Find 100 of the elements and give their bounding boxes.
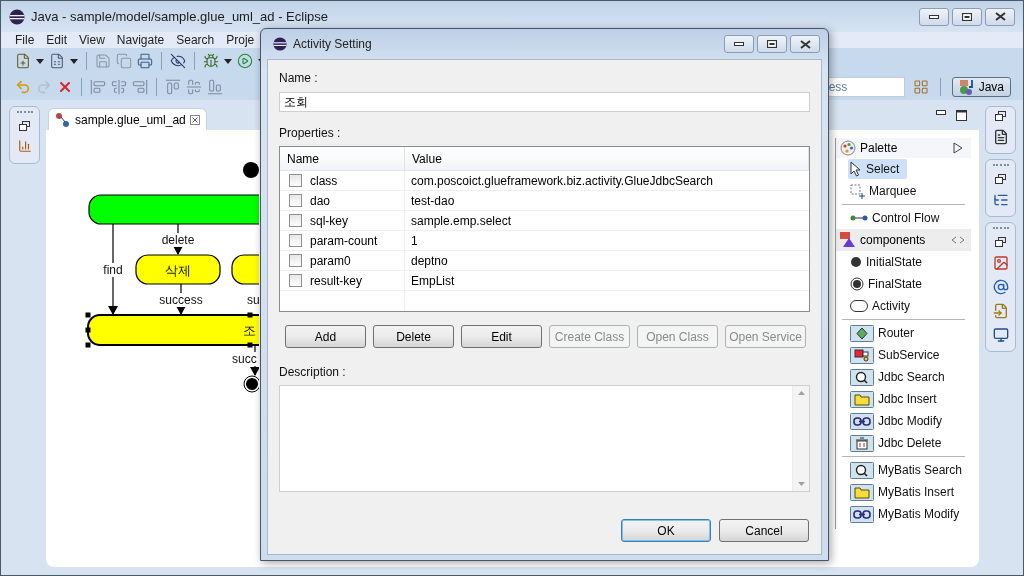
palette-item[interactable]: InitialState [848,252,931,272]
menu-item[interactable]: Navigate [110,33,171,47]
eclipse-icon [9,8,25,25]
maximize-icon[interactable] [956,109,967,121]
palette-item[interactable]: MyBatis Insert [848,482,963,502]
checkbox[interactable] [289,234,302,247]
checkbox[interactable] [289,194,302,207]
name-field[interactable]: 조회 [279,92,810,112]
align-left-icon[interactable] [90,79,106,95]
document-icon[interactable] [992,129,1009,145]
close-button[interactable] [790,35,820,53]
dialog-button[interactable]: Edit [461,325,542,348]
align-middle-icon[interactable] [186,79,202,95]
palette-item[interactable]: Router [848,323,923,343]
run-icon[interactable] [237,53,253,69]
restore-icon[interactable] [19,121,30,131]
field-label: Description : [279,365,346,379]
palette-item[interactable]: Control Flow [848,208,948,228]
chart-icon[interactable] [17,139,32,153]
palette-header[interactable]: Palette [836,138,971,158]
table-cell-text: sample.emp.select [410,212,513,230]
table-cell: sql-key [310,213,348,228]
palette-item[interactable]: FinalState [848,274,931,294]
bug-icon[interactable] [203,53,219,69]
flow-label: delete [161,233,195,247]
activity-label: 조 [242,323,256,338]
table-cell: class [310,173,338,188]
checkbox[interactable] [289,174,302,187]
align-bottom-icon[interactable] [207,79,223,95]
minimize-button[interactable] [919,7,949,26]
dialog-button[interactable]: Add [285,325,366,348]
align-top-icon[interactable] [165,79,181,95]
checkbox[interactable] [289,214,302,227]
palette-item[interactable]: Select [848,159,908,179]
palette-item[interactable]: Jdbc Delete [848,433,950,453]
palette-item[interactable]: Marquee [848,181,925,201]
link-icon [850,412,874,430]
dialog-button[interactable]: Cancel [719,519,809,542]
palette-item[interactable]: Jdbc Insert [848,389,945,409]
restore-icon[interactable] [995,174,1006,184]
open-perspective-icon[interactable] [912,79,929,95]
minimize-icon [929,14,939,19]
scrollbar[interactable] [792,386,809,491]
checkbox[interactable] [289,274,302,287]
palette-item[interactable]: Activity [848,296,918,316]
table-cell-text: 1 [410,232,419,250]
palette-drawer[interactable]: components [836,229,971,251]
folder-icon [850,483,874,501]
restore-icon[interactable] [995,111,1006,121]
caret-icon[interactable] [224,58,232,64]
palette-item[interactable]: SubService [848,345,948,365]
scroll-up-icon[interactable] [797,391,805,395]
new-file-icon[interactable] [15,53,31,69]
align-right-icon[interactable] [132,79,148,95]
close-icon[interactable] [189,114,200,125]
diagram-file-icon [55,111,71,128]
perspective-button[interactable]: Java [951,77,1011,97]
menu-item[interactable]: Proje [220,33,261,47]
palette-item[interactable]: MyBatis Modify [848,504,968,524]
menu-item[interactable]: File [9,33,41,47]
caret-icon[interactable] [36,58,44,64]
restore-icon[interactable] [995,237,1006,247]
maximize-button[interactable] [952,7,982,26]
close-icon [994,12,1006,21]
checkbox[interactable] [289,254,302,267]
column-header[interactable]: Name [280,147,405,170]
palette-item[interactable]: Jdbc Search [848,367,953,387]
shapes-icon [840,232,856,248]
minimize-icon[interactable] [936,109,946,115]
quick-access-field[interactable]: ess [826,77,905,97]
monitor-icon[interactable] [992,327,1009,343]
column-header[interactable]: Value [405,147,809,170]
scroll-down-icon[interactable] [797,482,805,486]
window-title: Java - sample/model/sample.glue_uml_ad - Eclipse [31,9,328,24]
menu-item[interactable]: Edit [40,33,74,47]
triangle-icon[interactable] [953,142,963,154]
maximize-button[interactable] [757,35,787,53]
new-item-icon[interactable] [49,53,65,69]
menu-item[interactable]: Search [170,33,221,47]
menu-item[interactable]: View [73,33,111,47]
close-button[interactable] [985,7,1015,26]
at-sign-icon[interactable] [992,279,1009,295]
description-field[interactable] [279,385,810,492]
palette-item[interactable]: Jdbc Modify [848,411,951,431]
dialog-button[interactable]: Delete [373,325,454,348]
image-icon[interactable] [992,255,1009,271]
editor-tab[interactable]: sample.glue_uml_ad [48,108,207,130]
flow-label: success [159,293,203,307]
dialog-button[interactable]: OK [621,519,711,542]
print-icon[interactable] [137,53,153,69]
delete-icon[interactable] [57,79,73,95]
caret-icon[interactable] [70,58,78,64]
minimize-button[interactable] [724,35,754,53]
crossed-eye-icon[interactable] [170,53,186,69]
palette-item[interactable]: MyBatis Search [848,460,971,480]
outline-icon[interactable] [992,192,1009,208]
activity-label: 삭제 [165,262,191,278]
collapse-icon[interactable] [951,236,965,244]
align-center-icon[interactable] [111,79,127,95]
document-arrow-icon[interactable] [992,303,1009,319]
